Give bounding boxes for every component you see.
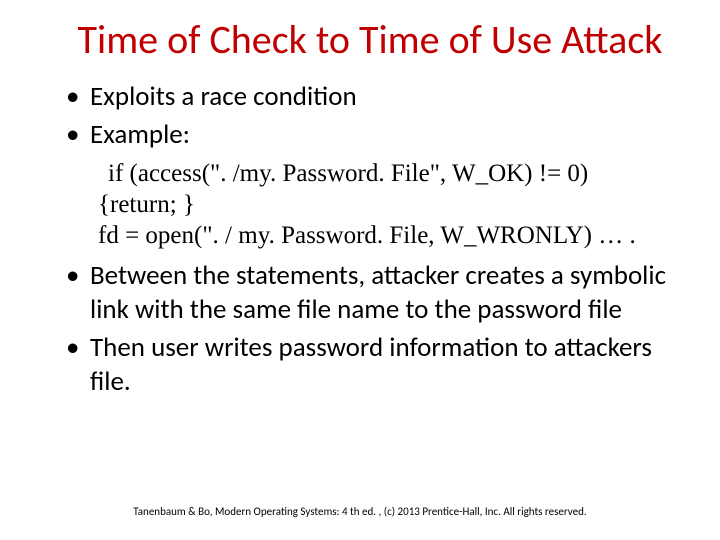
slide: Time of Check to Time of Use Attack Expl… <box>0 0 720 540</box>
code-line: if (access(". /my. Password. File", W_OK… <box>108 158 680 189</box>
bullet-item: Then user writes password information to… <box>64 331 680 399</box>
slide-title: Time of Check to Time of Use Attack <box>60 18 680 62</box>
bullet-item: Exploits a race condition <box>64 80 680 114</box>
bullet-list: Exploits a race condition Example: <box>64 80 680 152</box>
bullet-text: Then user writes password information to… <box>90 331 652 398</box>
footer-citation: Tanenbaum & Bo, Modern Operating Systems… <box>0 505 720 518</box>
code-line: fd = open(". / my. Password. File, W_WRO… <box>98 220 680 251</box>
bullet-text: Example: <box>90 118 190 151</box>
code-line: {return; } <box>98 189 680 220</box>
code-block: if (access(". /my. Password. File", W_OK… <box>98 158 680 252</box>
bullet-item: Example: <box>64 118 680 152</box>
bullet-item: Between the statements, attacker creates… <box>64 259 680 327</box>
bullet-text: Between the statements, attacker creates… <box>90 259 666 326</box>
bullet-list: Between the statements, attacker creates… <box>64 259 680 398</box>
bullet-text: Exploits a race condition <box>90 80 357 113</box>
